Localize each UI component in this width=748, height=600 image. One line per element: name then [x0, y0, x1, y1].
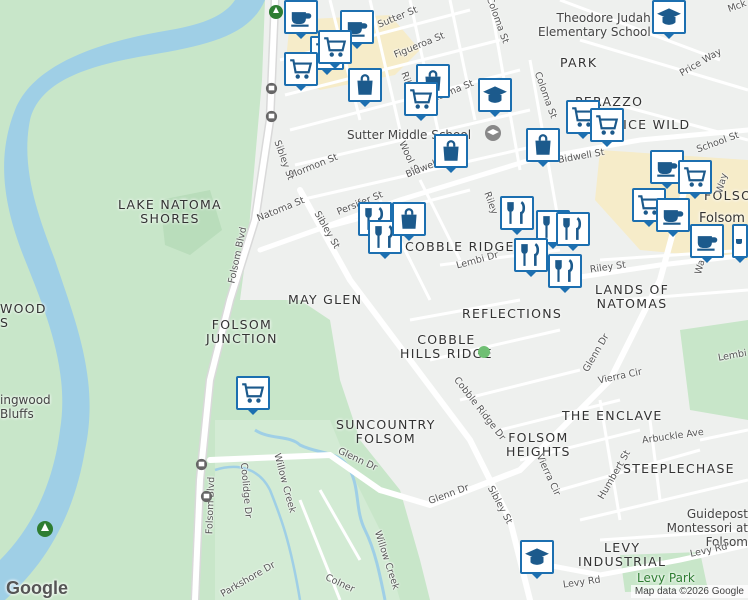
school-pin-icon[interactable]	[484, 124, 502, 142]
restaurant-marker-icon[interactable]	[548, 254, 582, 293]
cafe-marker-icon[interactable]	[690, 224, 724, 263]
area-label-folsom-junction: FOLSOM JUNCTION	[206, 317, 278, 347]
park-east	[680, 320, 748, 420]
street-label: Folsom Blvd	[204, 476, 218, 535]
cafe-marker-icon[interactable]	[284, 0, 318, 39]
shopping-marker-icon[interactable]	[348, 68, 382, 107]
park-pin-icon[interactable]	[36, 520, 54, 538]
grocery-marker-icon[interactable]	[678, 160, 712, 199]
shopping-marker-icon[interactable]	[392, 202, 426, 241]
shopping-marker-icon[interactable]	[434, 134, 468, 173]
poi-label-ingwood-bluffs: ingwood Bluffs	[0, 393, 51, 421]
bus-stop-icon[interactable]	[265, 110, 278, 123]
area-label-wood: WOOD S	[0, 301, 47, 331]
area-label-lands-of-natomas: LANDS OF NATOMAS	[595, 282, 670, 312]
restaurant-marker-icon[interactable]	[556, 212, 590, 251]
school-marker-icon[interactable]	[478, 78, 512, 117]
area-label-park: PARK	[560, 55, 598, 70]
grocery-marker-icon[interactable]	[318, 30, 352, 69]
grocery-marker-icon[interactable]	[590, 108, 624, 147]
shopping-marker-icon[interactable]	[526, 128, 560, 167]
school-marker-icon[interactable]	[652, 0, 686, 39]
park-pin-icon[interactable]	[268, 4, 284, 20]
area-label-lake-natoma-shores: LAKE NATOMA SHORES	[118, 197, 222, 227]
cafe-marker-icon[interactable]	[732, 224, 748, 263]
poi-label-theodore-judah-elementary: Theodore Judah Elementary School	[538, 11, 651, 39]
area-label-suncountry-folsom: SUNCOUNTRY FOLSOM	[336, 417, 436, 447]
poi-label-levy-park: Levy Park	[637, 571, 695, 585]
restaurant-marker-icon[interactable]	[500, 196, 534, 235]
area-label-cobble-ridge: COBBLE RIDGE	[405, 239, 515, 254]
map-attribution[interactable]: Map data ©2026 Google	[630, 585, 748, 598]
grocery-marker-icon[interactable]	[284, 52, 318, 91]
restaurant-marker-icon[interactable]	[514, 238, 548, 277]
google-logo[interactable]: Google	[6, 578, 68, 599]
grocery-marker-icon[interactable]	[404, 82, 438, 121]
area-label-reflections: REFLECTIONS	[462, 306, 563, 321]
cafe-marker-icon[interactable]	[656, 198, 690, 237]
bus-stop-icon[interactable]	[195, 458, 208, 471]
park-dot-icon[interactable]	[478, 346, 490, 358]
poi-label-guidepost-montessori: Guidepost Montessori at Folsom	[666, 507, 748, 549]
area-label-steeplechase: STEEPLECHASE	[623, 461, 735, 476]
bus-stop-icon[interactable]	[200, 490, 213, 503]
bus-stop-icon[interactable]	[265, 82, 278, 95]
school-marker-icon[interactable]	[520, 540, 554, 579]
area-label-may-glen: MAY GLEN	[288, 292, 363, 307]
grocery-marker-icon[interactable]	[236, 376, 270, 415]
area-label-the-enclave: THE ENCLAVE	[562, 408, 663, 423]
